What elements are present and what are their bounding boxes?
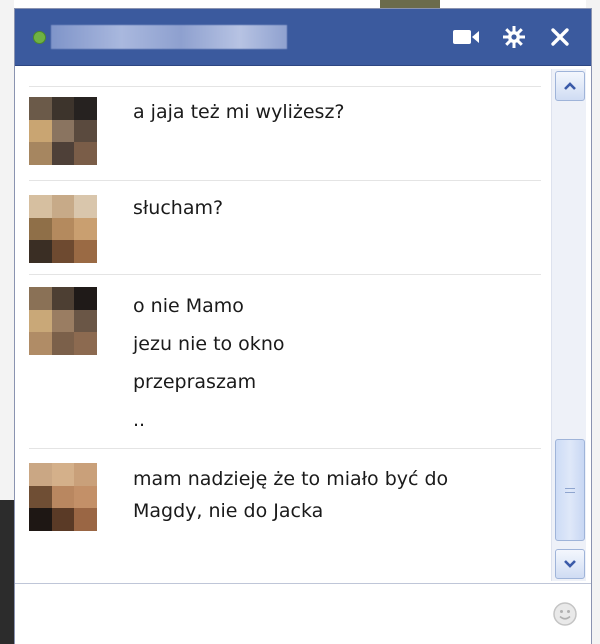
scroll-thumb[interactable]	[555, 439, 585, 541]
avatar[interactable]	[29, 195, 97, 263]
message-item: słucham?	[29, 180, 541, 269]
gear-icon[interactable]	[499, 23, 529, 51]
close-icon[interactable]	[545, 23, 575, 51]
message-text: o nie Mamo	[133, 295, 244, 317]
avatar[interactable]	[29, 463, 97, 531]
message-text: przepraszam	[133, 371, 257, 393]
avatar[interactable]	[29, 287, 97, 355]
message-text: Magdy, nie do Jacka	[133, 500, 324, 522]
message-text: jezu nie to okno	[133, 333, 285, 355]
message-item: mam nadzieję że to miało być do Magdy, n…	[29, 448, 541, 579]
chat-window: a jaja też mi wyliżesz? słucham? o nie M…	[14, 8, 592, 644]
message-text: słucham?	[133, 197, 224, 219]
chevron-up-icon	[564, 82, 576, 90]
chat-input-area	[15, 583, 591, 644]
status-online-icon	[33, 31, 46, 44]
message-list[interactable]: a jaja też mi wyliżesz? słucham? o nie M…	[15, 66, 545, 582]
message-item: a jaja też mi wyliżesz?	[29, 86, 541, 175]
contact-name-blurred[interactable]	[51, 25, 287, 49]
message-scrollbar[interactable]	[551, 69, 586, 581]
scroll-up-button[interactable]	[555, 71, 585, 101]
background-page-dark-area	[0, 500, 14, 644]
emoticon-icon[interactable]	[551, 600, 579, 628]
video-call-icon[interactable]	[451, 23, 481, 51]
scroll-down-button[interactable]	[555, 549, 585, 579]
chevron-down-icon	[564, 560, 576, 568]
avatar[interactable]	[29, 97, 97, 165]
message-text: ..	[133, 409, 146, 431]
message-text: mam nadzieję że to miało być do	[133, 468, 449, 490]
chat-titlebar[interactable]	[15, 9, 591, 66]
message-text: a jaja też mi wyliżesz?	[133, 101, 345, 123]
grip-icon	[565, 487, 575, 493]
chat-message-input[interactable]	[21, 592, 535, 634]
message-item: o nie Mamo jezu nie to okno przepraszam …	[29, 274, 541, 443]
